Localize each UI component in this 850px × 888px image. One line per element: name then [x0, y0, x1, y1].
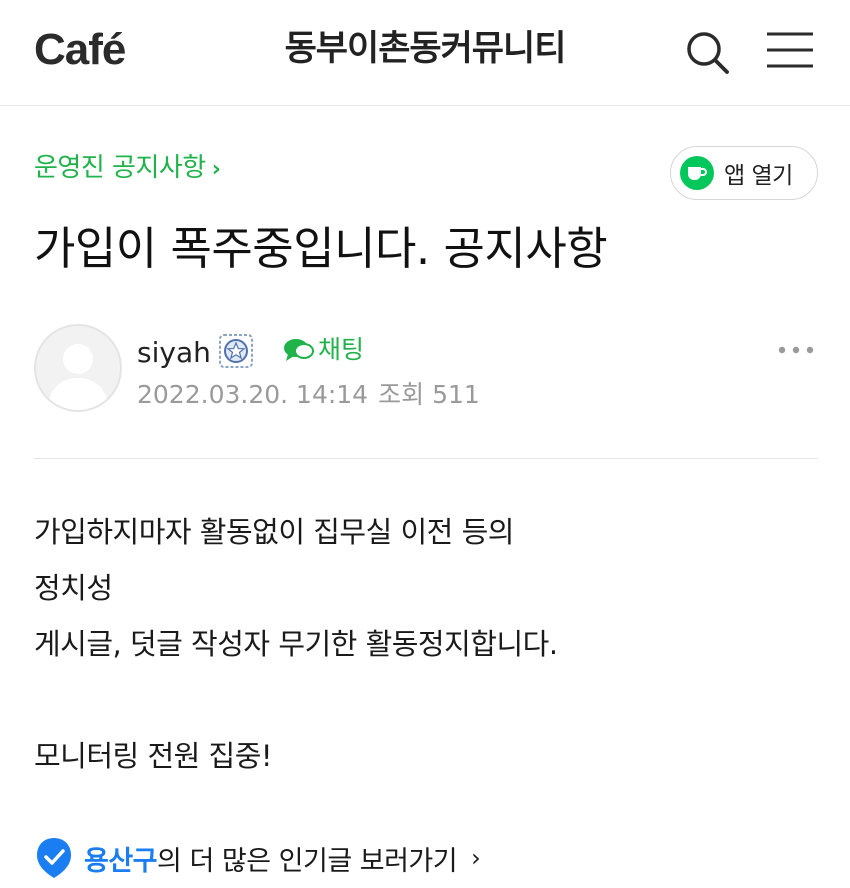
location-badge-icon	[37, 838, 71, 878]
open-app-button[interactable]: 앱 열기	[670, 146, 818, 200]
body-line: 정치성	[34, 571, 113, 605]
views-count: 511	[432, 380, 480, 409]
chevron-right-icon: ›	[211, 157, 221, 182]
default-profile-icon	[48, 344, 108, 410]
top-header: Café 동부이촌동커뮤니티	[0, 0, 850, 106]
chat-label: 채팅	[318, 335, 365, 364]
chat-bubble-icon	[284, 339, 314, 361]
avatar[interactable]	[34, 324, 122, 412]
board-link[interactable]: 운영진 공지사항 ›	[34, 150, 221, 188]
views-label: 조회	[378, 380, 425, 409]
author-name[interactable]: siyah	[137, 334, 211, 372]
search-icon	[687, 32, 729, 74]
popular-posts-link[interactable]: 용산구 의 더 많은 인기글 보러가기 ›	[34, 836, 481, 880]
post-body: 가입하지마자 활동없이 집무실 이전 등의 정치성 게시글, 덧글 작성자 무기…	[34, 504, 818, 784]
more-dots-icon	[778, 346, 814, 354]
divider	[34, 458, 818, 459]
post-meta: 2022.03.20. 14:14 조회 511	[137, 378, 480, 412]
hamburger-menu-icon	[767, 32, 813, 68]
popular-text: 의 더 많은 인기글 보러가기	[157, 845, 458, 877]
post-date: 2022.03.20. 14:14	[137, 380, 369, 409]
region-name: 용산구	[84, 845, 158, 877]
chevron-right-icon: ›	[471, 844, 481, 872]
body-line: 모니터링 전원 집중!	[34, 739, 273, 773]
chat-button[interactable]: 채팅	[282, 333, 364, 367]
board-name: 운영진 공지사항	[34, 153, 206, 183]
coffee-cup-icon	[680, 156, 714, 190]
search-button[interactable]	[680, 25, 736, 81]
more-options-button[interactable]	[772, 330, 820, 370]
manager-badge-icon	[216, 331, 256, 371]
body-line: 가입하지마자 활동없이 집무실 이전 등의	[34, 515, 514, 549]
menu-button[interactable]	[762, 25, 818, 81]
body-line: 게시글, 덧글 작성자 무기한 활동정지합니다.	[34, 627, 558, 661]
post-title: 가입이 폭주중입니다. 공지사항	[34, 222, 608, 275]
open-app-label: 앱 열기	[724, 163, 793, 189]
